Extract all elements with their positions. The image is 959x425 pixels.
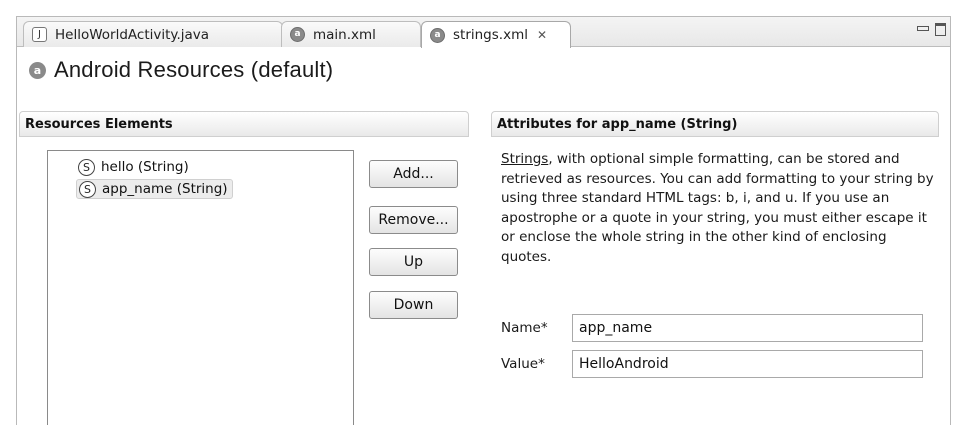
resources-tree[interactable]: S hello (String) S app_name (String) [47,150,354,425]
attributes-description: Strings, with optional simple formatting… [501,150,941,267]
value-field[interactable] [572,350,923,378]
page-title: a Android Resources (default) [29,57,333,83]
java-file-icon: J [32,27,47,42]
android-xml-icon: a [290,27,305,42]
strings-help-link[interactable]: Strings [501,151,548,167]
name-label: Name* [501,320,548,336]
tab-main-xml[interactable]: a main.xml [281,21,421,47]
android-resources-icon: a [29,61,46,79]
minimize-icon[interactable] [917,26,929,31]
string-resource-icon: S [79,180,96,198]
description-text: , with optional simple formatting, can b… [501,151,934,265]
page-title-text: Android Resources (default) [54,57,334,82]
down-button[interactable]: Down [369,291,458,319]
add-button[interactable]: Add... [369,160,458,188]
maximize-icon[interactable] [935,23,946,36]
tab-label: main.xml [313,26,376,43]
remove-button[interactable]: Remove... [369,206,458,234]
android-xml-icon: a [430,27,445,43]
tree-item-app-name[interactable]: S app_name (String) [76,179,233,199]
tree-item-label: hello (String) [101,159,189,175]
name-field[interactable] [572,314,923,342]
tab-label: HelloWorldActivity.java [55,26,210,43]
close-tab-icon[interactable]: ✕ [537,28,547,42]
tree-item-hello[interactable]: S hello (String) [76,157,193,177]
editor-frame: J HelloWorldActivity.java a main.xml a s… [16,16,951,425]
tab-strings-xml[interactable]: a strings.xml ✕ [421,21,571,48]
editor-tab-bar: J HelloWorldActivity.java a main.xml a s… [17,17,950,48]
tree-item-label: app_name (String) [102,181,228,197]
tab-label: strings.xml [453,27,528,43]
tab-helloworldactivity-java[interactable]: J HelloWorldActivity.java [23,21,283,47]
up-button[interactable]: Up [369,248,458,276]
value-label: Value* [501,356,545,372]
window-controls [917,23,946,36]
resources-elements-header: Resources Elements [19,111,469,137]
string-resource-icon: S [78,158,95,176]
attributes-header: Attributes for app_name (String) [491,111,939,137]
